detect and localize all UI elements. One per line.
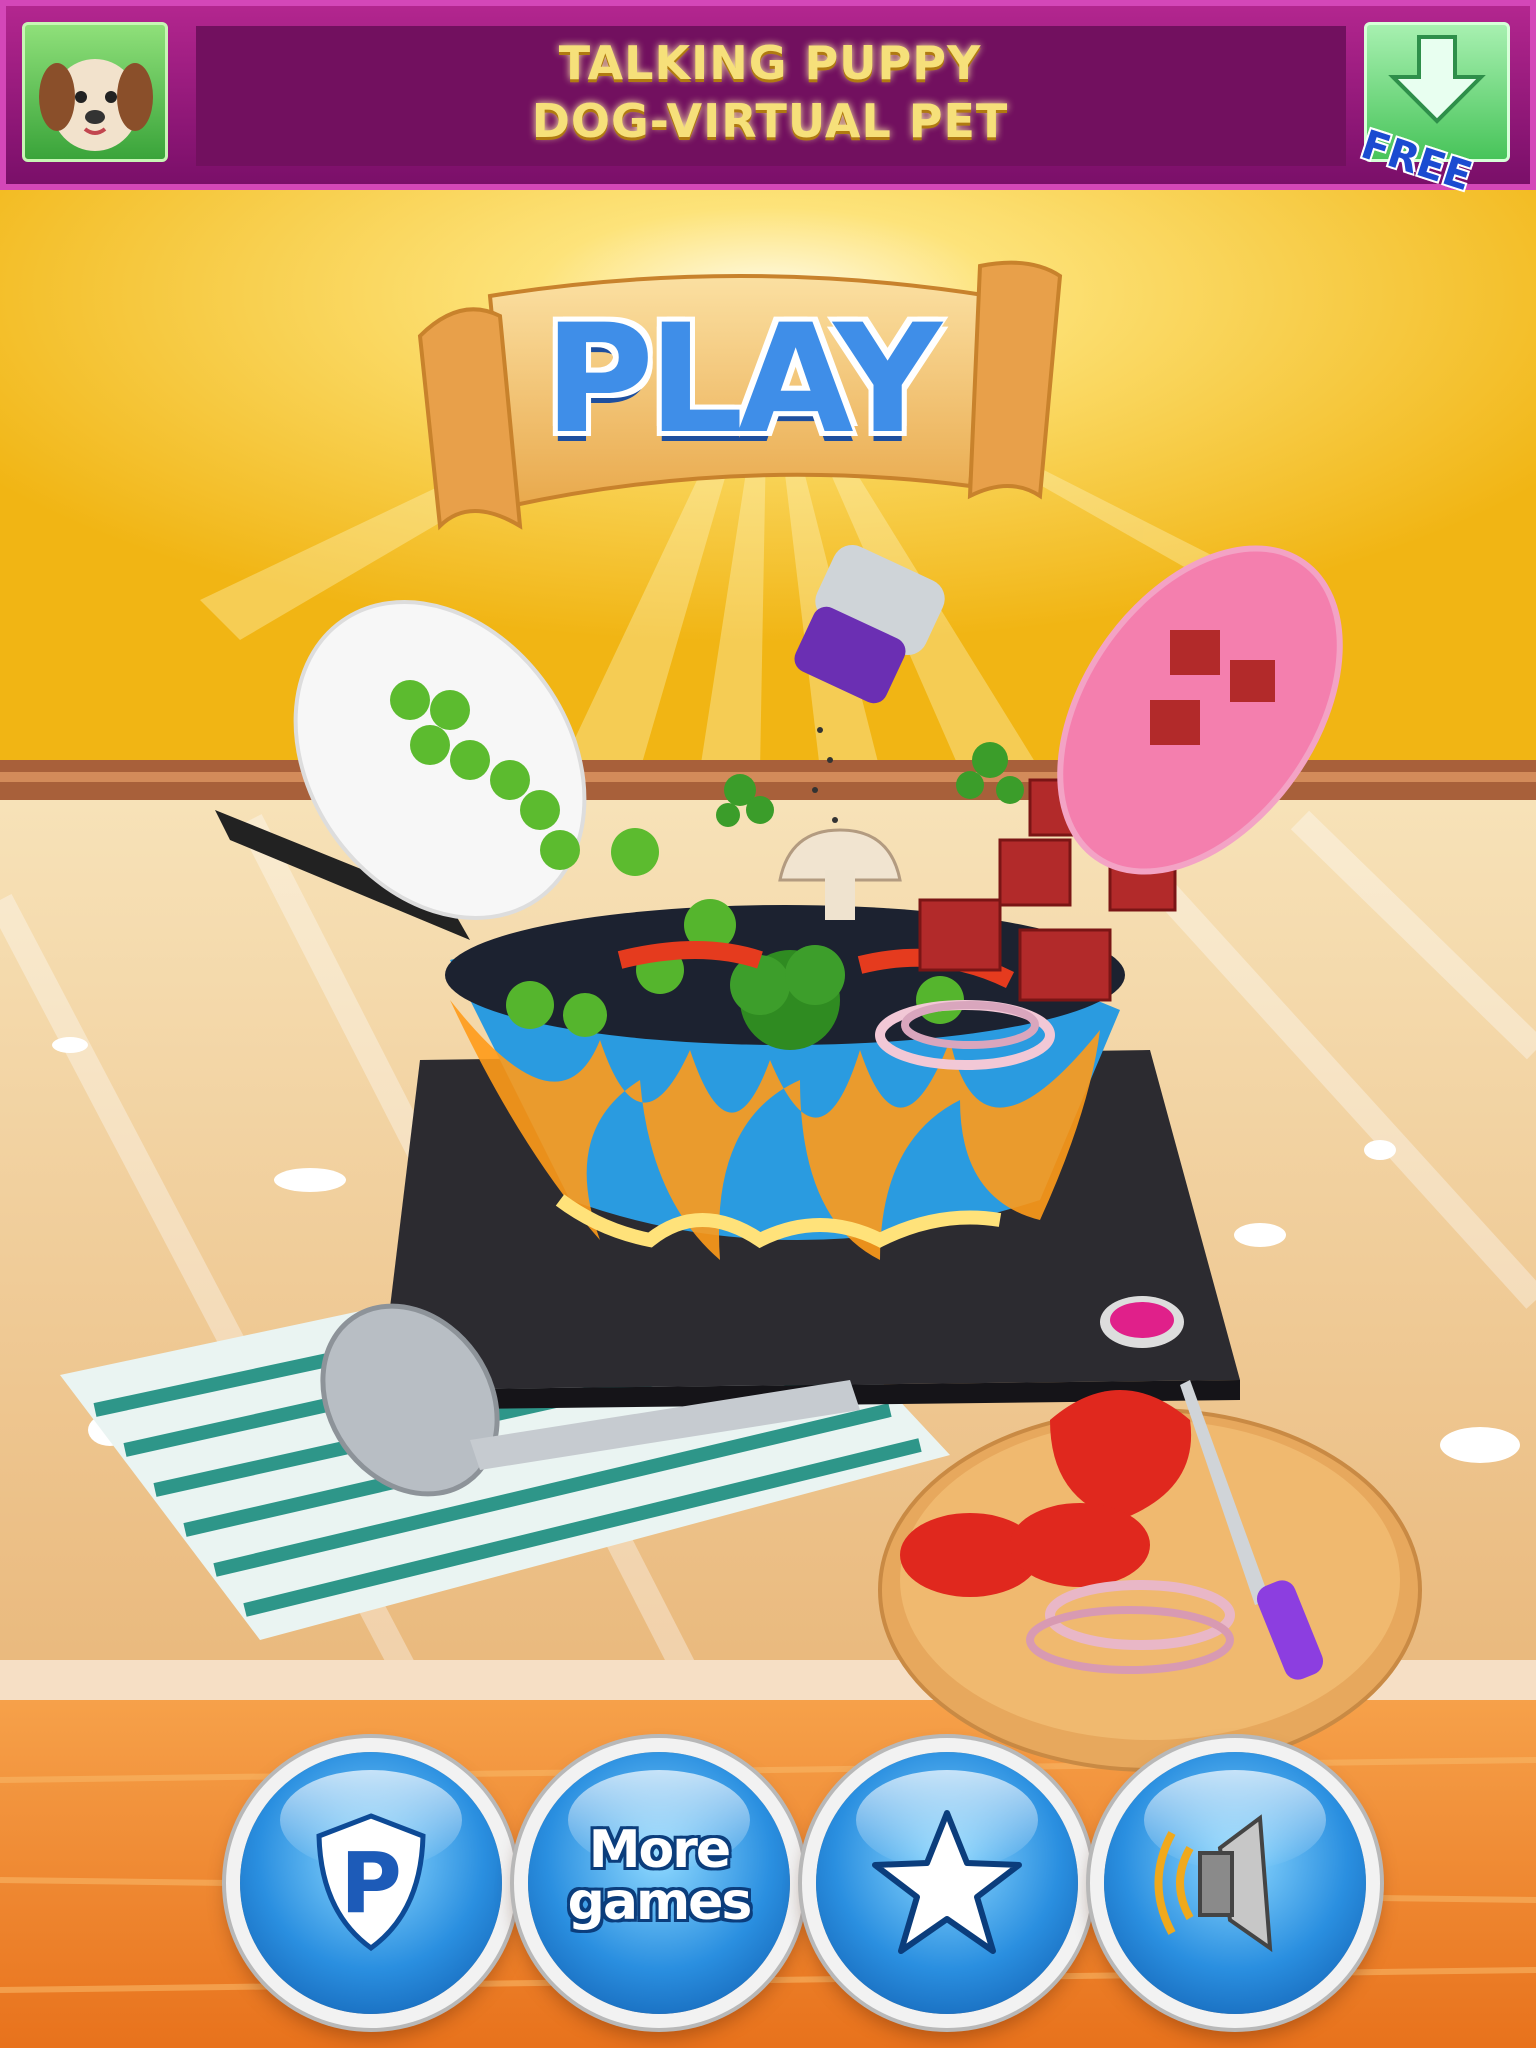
pepper-grinder [794, 544, 945, 863]
cutting-board [878, 1380, 1422, 1772]
privacy-button[interactable]: P [240, 1752, 502, 2014]
sound-button[interactable] [1104, 1752, 1366, 2014]
privacy-letter: P [340, 1834, 402, 1932]
play-label[interactable]: PLAY [520, 305, 960, 455]
speaker-icon [1154, 1814, 1273, 1953]
star-icon [872, 1810, 1022, 1954]
more-games-button[interactable]: More games [528, 1752, 790, 2014]
rate-button[interactable] [816, 1752, 1078, 2014]
ad-title: TALKING PUPPY DOG-VIRTUAL PET [380, 34, 1160, 150]
parsley [716, 742, 1024, 827]
more-games-line2: games [567, 1872, 753, 1932]
more-games-label: More games [548, 1824, 770, 1928]
white-bowl-with-peas [293, 600, 659, 920]
ad-title-line1: TALKING PUPPY [558, 36, 982, 90]
more-games-line1: More [588, 1820, 731, 1880]
puppy-icon[interactable] [22, 22, 168, 162]
ad-title-line2: DOG-VIRTUAL PET [531, 94, 1009, 148]
